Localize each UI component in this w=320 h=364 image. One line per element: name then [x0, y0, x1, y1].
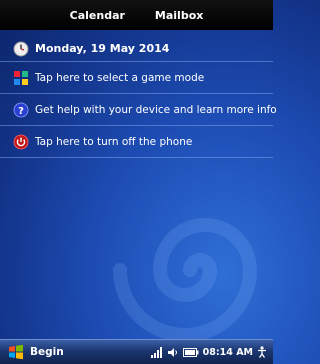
date-row[interactable]: Monday, 19 May 2014 [0, 36, 273, 62]
help-row[interactable]: ? Get help with your device and learn mo… [0, 94, 277, 126]
clock-time[interactable]: 08:14 AM [203, 347, 253, 358]
taskbar: Begin 08:14 AM [0, 339, 273, 364]
power-off-row[interactable]: Tap here to turn off the phone [0, 126, 273, 158]
windows-logo-icon [9, 344, 23, 360]
top-softkey-bar: Calendar Mailbox [0, 0, 273, 30]
today-list: Monday, 19 May 2014 Tap here to select a… [0, 36, 277, 158]
system-tray: 08:14 AM [150, 346, 273, 358]
game-mode-label: Tap here to select a game mode [35, 71, 205, 84]
background-swirl [113, 218, 258, 342]
signal-icon[interactable] [150, 346, 163, 358]
help-label: Get help with your device and learn more… [35, 103, 277, 116]
mailbox-softkey[interactable]: Mailbox [155, 9, 203, 22]
accessibility-icon[interactable] [257, 346, 267, 358]
power-off-label: Tap here to turn off the phone [35, 135, 193, 148]
date-text: Monday, 19 May 2014 [35, 42, 170, 55]
game-mode-row[interactable]: Tap here to select a game mode [0, 62, 273, 94]
calendar-softkey[interactable]: Calendar [70, 9, 125, 22]
svg-text:?: ? [18, 106, 24, 117]
start-button[interactable]: Begin [0, 344, 64, 360]
volume-icon[interactable] [167, 347, 179, 358]
battery-icon[interactable] [182, 347, 199, 357]
game-mode-icon [14, 70, 28, 85]
start-label: Begin [30, 346, 64, 358]
help-icon: ? [13, 102, 29, 117]
clock-icon [13, 41, 29, 56]
power-icon [13, 134, 29, 149]
